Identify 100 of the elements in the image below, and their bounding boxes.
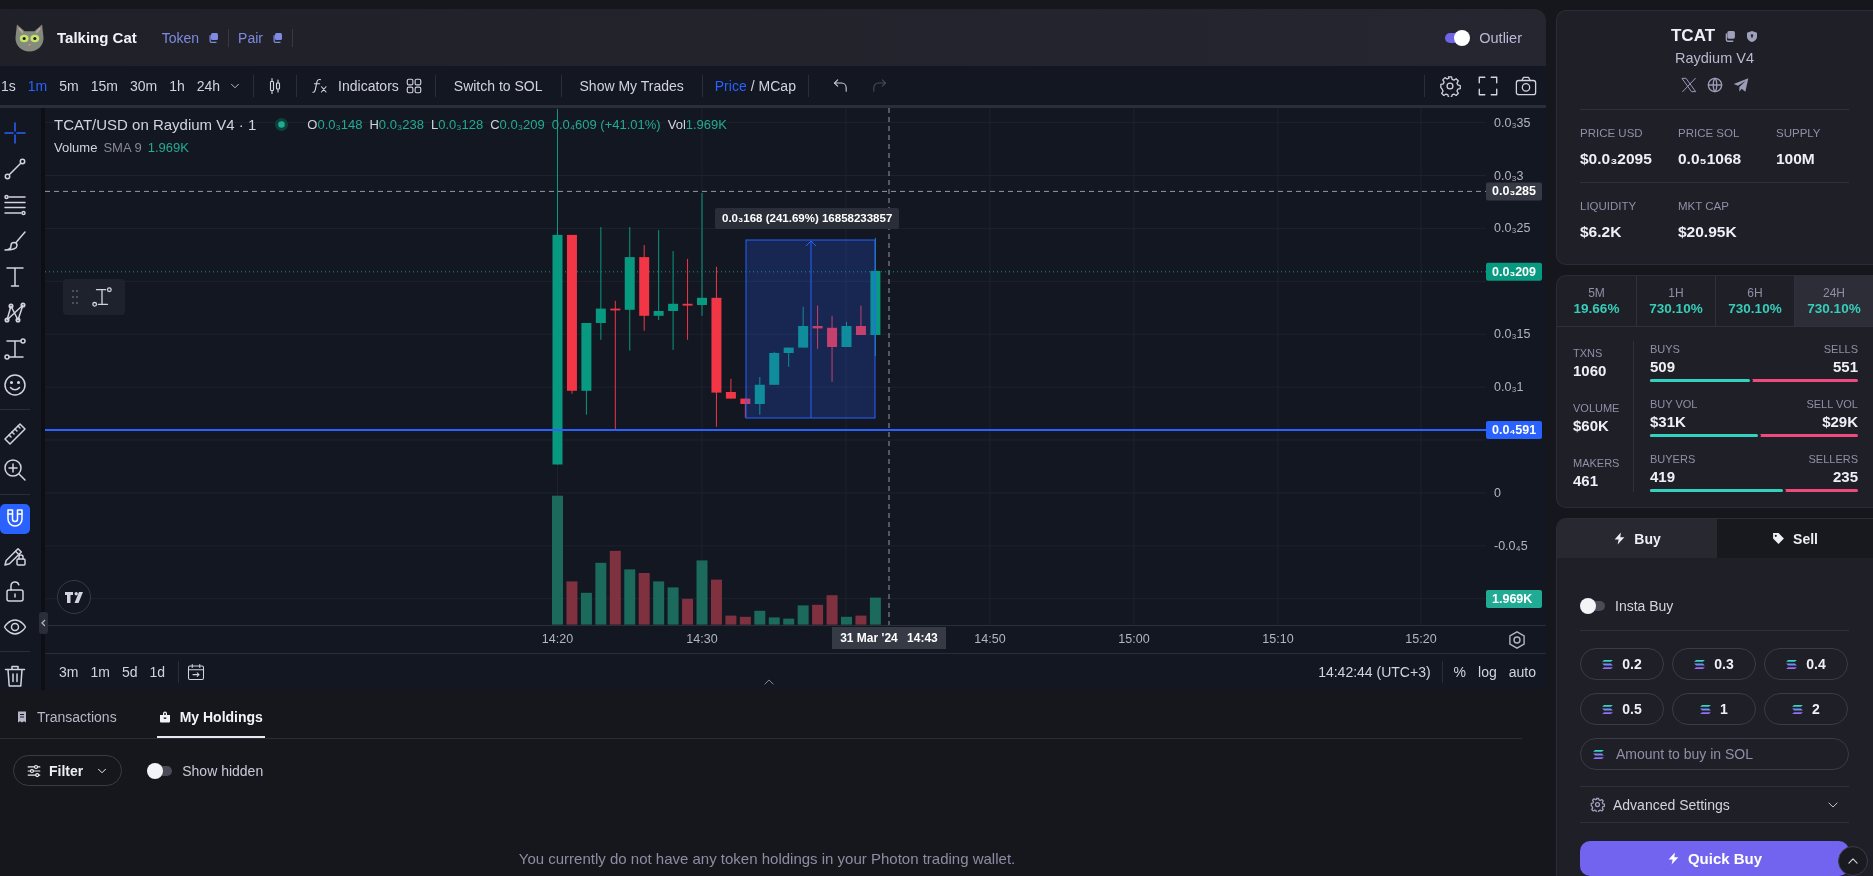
x-logo-icon[interactable] <box>1680 77 1697 93</box>
zoom-in-icon[interactable] <box>3 458 27 482</box>
stripes-icon <box>1700 704 1712 714</box>
line-price-label: 0.0₄591 <box>1486 421 1542 439</box>
range-icon[interactable] <box>91 286 113 308</box>
collapse-handle-icon[interactable] <box>39 612 48 634</box>
copy-icon <box>207 31 220 44</box>
price-tick: 0.0₃3 <box>1494 168 1524 183</box>
show-hidden-toggle[interactable] <box>147 762 174 779</box>
lines-icon[interactable] <box>3 193 27 217</box>
price-tick: 0.0₃35 <box>1494 115 1531 130</box>
timezone-button[interactable]: 14:42:44 (UTC+3) <box>1312 662 1437 682</box>
display-toggle[interactable]: MCap <box>758 75 796 96</box>
camera-icon[interactable] <box>1515 74 1537 97</box>
volume-bar <box>566 581 578 625</box>
stat-value: $0.0₃2095 <box>1580 149 1652 169</box>
insta-buy-toggle[interactable] <box>1580 598 1606 614</box>
interval-button[interactable]: 5m <box>53 75 85 96</box>
tag-icon <box>1772 532 1786 545</box>
study-params: SMA 9 <box>103 139 142 155</box>
candle <box>855 305 866 336</box>
volume-bar <box>725 615 737 625</box>
trade-tab[interactable]: Sell <box>1717 519 1873 558</box>
period-change: 730.10% <box>1807 301 1861 317</box>
trend-line-icon[interactable] <box>3 157 27 181</box>
trade-tab[interactable]: Buy <box>1557 519 1717 558</box>
last-price-label: 0.0₃209 <box>1486 262 1542 281</box>
interval-button[interactable]: 30m <box>123 75 164 96</box>
globe-icon[interactable] <box>1706 77 1723 93</box>
period-label: 5M <box>1588 285 1605 301</box>
range-button[interactable]: 1m <box>84 662 116 682</box>
stat-label: LIQUIDITY <box>1580 199 1637 214</box>
amount-input[interactable]: Amount to buy in SOL <box>1580 738 1849 770</box>
lock-icon[interactable] <box>3 579 27 603</box>
scale-button[interactable]: auto <box>1502 662 1542 682</box>
show-hidden-label: Show hidden <box>182 762 264 779</box>
stat-label: PRICE USD <box>1580 126 1643 141</box>
outlier-toggle[interactable] <box>1444 29 1471 46</box>
total-label: MAKERS <box>1573 456 1620 471</box>
period-tab[interactable]: 24H 730.10% <box>1795 276 1873 326</box>
grid-icon[interactable] <box>404 76 423 95</box>
panel-tab[interactable]: Transactions <box>14 699 119 738</box>
interval-button[interactable]: 1m <box>21 75 54 96</box>
time-tick: 15:00 <box>1118 632 1150 646</box>
interval-button[interactable]: 1s <box>0 75 22 96</box>
period-tab[interactable]: 5M 19.66% <box>1557 276 1637 326</box>
quick-buy-button[interactable]: Quick Buy <box>1580 841 1849 876</box>
trash-icon[interactable] <box>3 664 27 688</box>
volume-bar <box>855 615 867 625</box>
range-button[interactable]: 3m <box>53 662 85 682</box>
status-dot-icon <box>275 117 289 131</box>
candle <box>798 306 809 349</box>
panel-tab[interactable]: My Holdings <box>156 699 265 738</box>
ohlc-value: O0.0₃148 <box>307 116 363 132</box>
candle <box>841 321 852 348</box>
volume-bar <box>797 605 809 625</box>
brush-icon[interactable] <box>3 229 27 253</box>
price-tick: -0.0₄5 <box>1494 538 1528 553</box>
interval-button[interactable]: 15m <box>84 75 124 96</box>
undo-icon[interactable] <box>831 77 849 94</box>
ruler-icon[interactable] <box>3 422 27 446</box>
crosshair-icon[interactable] <box>3 121 27 145</box>
display-toggle[interactable]: Price <box>714 75 747 96</box>
text-tool-icon[interactable] <box>3 265 27 289</box>
outlier-label: Outlier <box>1479 29 1522 46</box>
paper-plane-icon[interactable] <box>1732 77 1749 93</box>
volume-bar <box>653 581 665 625</box>
scale-button[interactable]: log <box>1472 662 1503 682</box>
fullscreen-icon[interactable] <box>1477 74 1499 97</box>
range-button[interactable]: 1d <box>143 662 172 682</box>
stat-value: 100M <box>1776 149 1815 169</box>
price-range-measure[interactable] <box>745 239 876 419</box>
settings-icon[interactable] <box>1509 631 1525 649</box>
smiley-icon[interactable] <box>3 373 27 397</box>
calendar-icon[interactable] <box>187 663 206 681</box>
stat-label: PRICE SOL <box>1678 126 1740 141</box>
scale-button[interactable]: % <box>1447 662 1473 682</box>
volume-bar <box>768 617 780 625</box>
stat-label: SUPPLY <box>1776 126 1821 141</box>
range-icon[interactable] <box>3 337 27 361</box>
study-value: 1.969K <box>147 139 189 155</box>
toolbar-button[interactable]: Show My Trades <box>573 75 690 96</box>
advanced-settings-button[interactable]: Advanced Settings <box>1580 787 1849 822</box>
toolbar-button[interactable]: Switch to SOL <box>447 75 549 96</box>
drag-handle-icon[interactable] <box>72 290 78 304</box>
settings-icon[interactable] <box>1439 74 1461 97</box>
pattern-icon[interactable] <box>3 301 27 325</box>
period-change: 19.66% <box>1573 301 1620 317</box>
copy-link[interactable]: Pair <box>238 29 283 46</box>
copy-link[interactable]: Token <box>161 29 220 46</box>
copy-icon[interactable] <box>1723 29 1737 43</box>
magnet-icon[interactable] <box>0 504 30 534</box>
interval-button[interactable]: 1h <box>163 75 191 96</box>
period-tab[interactable]: 1H 730.10% <box>1637 276 1716 326</box>
buy-label: BUYS <box>1650 342 1680 357</box>
interval-button[interactable]: 24h <box>190 75 227 96</box>
scroll-top-button[interactable] <box>1838 846 1868 876</box>
indicators-button[interactable]: Indicators <box>309 75 405 96</box>
logo-icon[interactable] <box>57 580 91 614</box>
range-button[interactable]: 5d <box>115 662 144 682</box>
